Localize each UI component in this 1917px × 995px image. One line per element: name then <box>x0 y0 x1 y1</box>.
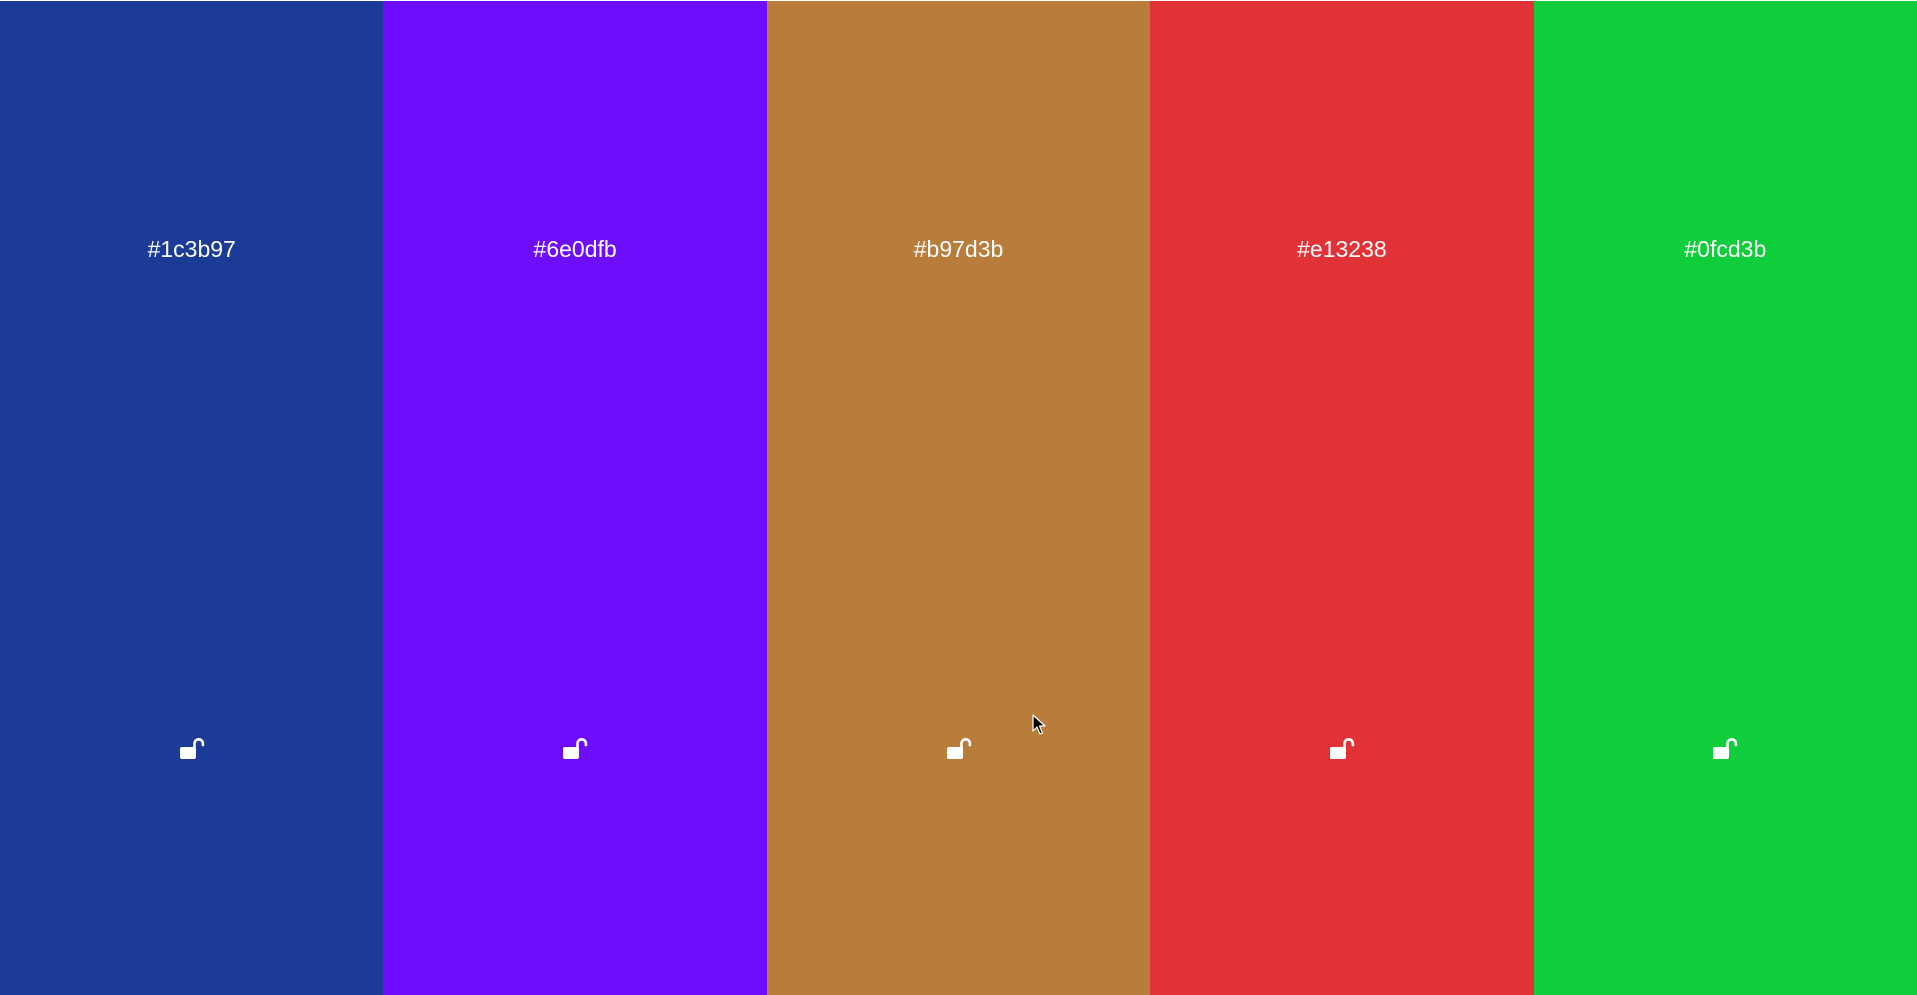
lock-toggle-button[interactable] <box>942 732 976 766</box>
lock-toggle-button[interactable] <box>1325 732 1359 766</box>
hex-code-label[interactable]: #b97d3b <box>767 235 1150 263</box>
unlock-icon <box>1329 736 1355 762</box>
color-swatch-3[interactable]: #b97d3b <box>766 1 1151 995</box>
unlock-icon <box>562 736 588 762</box>
lock-toggle-button[interactable] <box>175 732 209 766</box>
lock-toggle-button[interactable] <box>1708 732 1742 766</box>
lock-toggle-button[interactable] <box>558 732 592 766</box>
color-swatch-5[interactable]: #0fcd3b <box>1533 1 1917 995</box>
hex-code-label[interactable]: #0fcd3b <box>1534 235 1917 263</box>
unlock-icon <box>179 736 205 762</box>
hex-code-label[interactable]: #6e0dfb <box>383 235 766 263</box>
unlock-icon <box>946 736 972 762</box>
color-swatch-4[interactable]: #e13238 <box>1150 1 1534 995</box>
hex-code-label[interactable]: #1c3b97 <box>0 235 383 263</box>
color-palette: #1c3b97 #6e0dfb #b97d3b #e13238 #0fcd3b <box>0 1 1917 995</box>
hex-code-label[interactable]: #e13238 <box>1150 235 1533 263</box>
color-swatch-2[interactable]: #6e0dfb <box>383 1 767 995</box>
color-swatch-1[interactable]: #1c3b97 <box>0 1 384 995</box>
unlock-icon <box>1712 736 1738 762</box>
